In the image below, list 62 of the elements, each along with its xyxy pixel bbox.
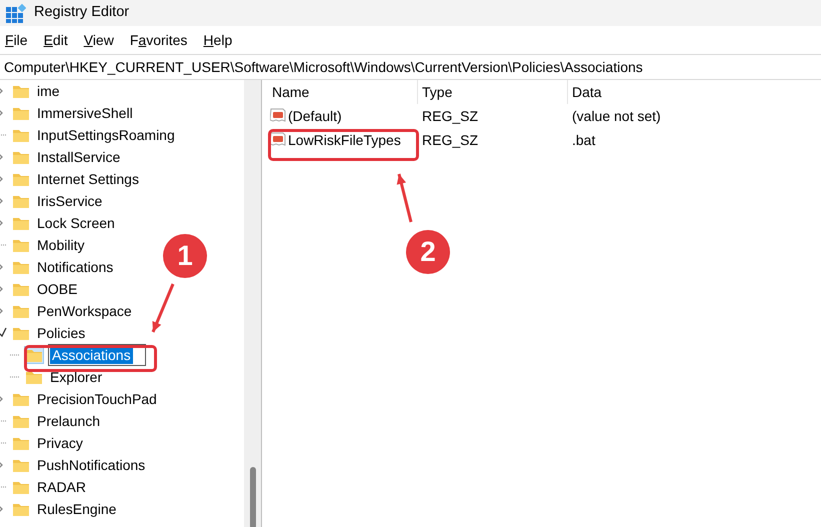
column-header[interactable]: Name [268, 80, 418, 104]
string-value-icon [270, 132, 286, 148]
tree-item[interactable]: Policies [35, 324, 88, 342]
menu-item[interactable]: Favorites [130, 30, 188, 50]
column-header[interactable]: Type [418, 80, 568, 104]
value-data: (value not set) [571, 106, 661, 126]
folder-icon [12, 237, 30, 253]
collapse-chevron-icon[interactable] [0, 326, 7, 340]
folder-icon [12, 413, 30, 429]
value-name[interactable]: LowRiskFileTypes [288, 130, 401, 150]
tree-item[interactable]: InputSettingsRoaming [35, 126, 177, 144]
tree-item[interactable]: RulesEngine [35, 500, 118, 518]
folder-icon [12, 281, 30, 297]
tree-item[interactable]: IrisService [35, 192, 104, 210]
folder-icon [12, 215, 30, 231]
tree-item[interactable]: PrecisionTouchPad [35, 390, 159, 408]
value-data: .bat [571, 130, 596, 150]
menu-item[interactable]: File [5, 30, 28, 50]
tree-item[interactable]: Internet Settings [35, 170, 141, 188]
tree-item[interactable]: RADAR [35, 478, 88, 496]
scrollbar-thumb[interactable] [250, 467, 256, 527]
tree-item[interactable]: Prelaunch [35, 412, 102, 430]
folder-icon [12, 479, 30, 495]
tree-item[interactable]: Privacy [35, 434, 85, 452]
step-number: 1 [163, 234, 207, 278]
folder-icon [12, 127, 30, 143]
folder-icon [12, 435, 30, 451]
column-header[interactable]: Data [568, 80, 602, 104]
tree-item[interactable]: PenWorkspace [35, 302, 134, 320]
step-number: 2 [406, 230, 450, 274]
menu-item[interactable]: View [84, 30, 114, 50]
menu-item[interactable]: Help [203, 30, 232, 50]
folder-icon [12, 325, 30, 341]
tree-item[interactable]: InstallService [35, 148, 122, 166]
folder-icon [12, 457, 30, 473]
tree-item[interactable]: Notifications [35, 258, 116, 276]
value-type: REG_SZ [421, 130, 480, 150]
folder-icon [12, 259, 30, 275]
folder-icon [25, 369, 43, 385]
scrollbar[interactable] [244, 80, 261, 527]
tree-item[interactable]: ime [35, 82, 62, 100]
tree-item[interactable]: Explorer [48, 368, 104, 386]
tree-item[interactable]: PushNotifications [35, 456, 148, 474]
tree-item[interactable]: Lock Screen [35, 214, 117, 232]
folder-icon [12, 501, 30, 517]
value-type: REG_SZ [421, 106, 480, 126]
address-bar[interactable]: Computer\HKEY_CURRENT_USER\Software\Microsoft\Windows\CurrentVersion\Policies\Associations [0, 54, 821, 80]
window-title: Registry Editor [34, 3, 130, 22]
folder-icon [12, 105, 30, 121]
folder-icon [12, 391, 30, 407]
string-value-icon [270, 108, 286, 124]
folder-icon [12, 193, 30, 209]
folder-icon [12, 303, 30, 319]
registry-icon [5, 2, 26, 24]
menu-item[interactable]: Edit [44, 30, 68, 50]
folder-icon [12, 149, 30, 165]
tree-item[interactable]: Mobility [35, 236, 86, 254]
folder-icon [12, 171, 30, 187]
tree-item[interactable]: OOBE [35, 280, 80, 298]
folder-icon [12, 83, 30, 99]
tree-item[interactable]: ImmersiveShell [35, 104, 135, 122]
value-name[interactable]: (Default) [288, 106, 342, 126]
